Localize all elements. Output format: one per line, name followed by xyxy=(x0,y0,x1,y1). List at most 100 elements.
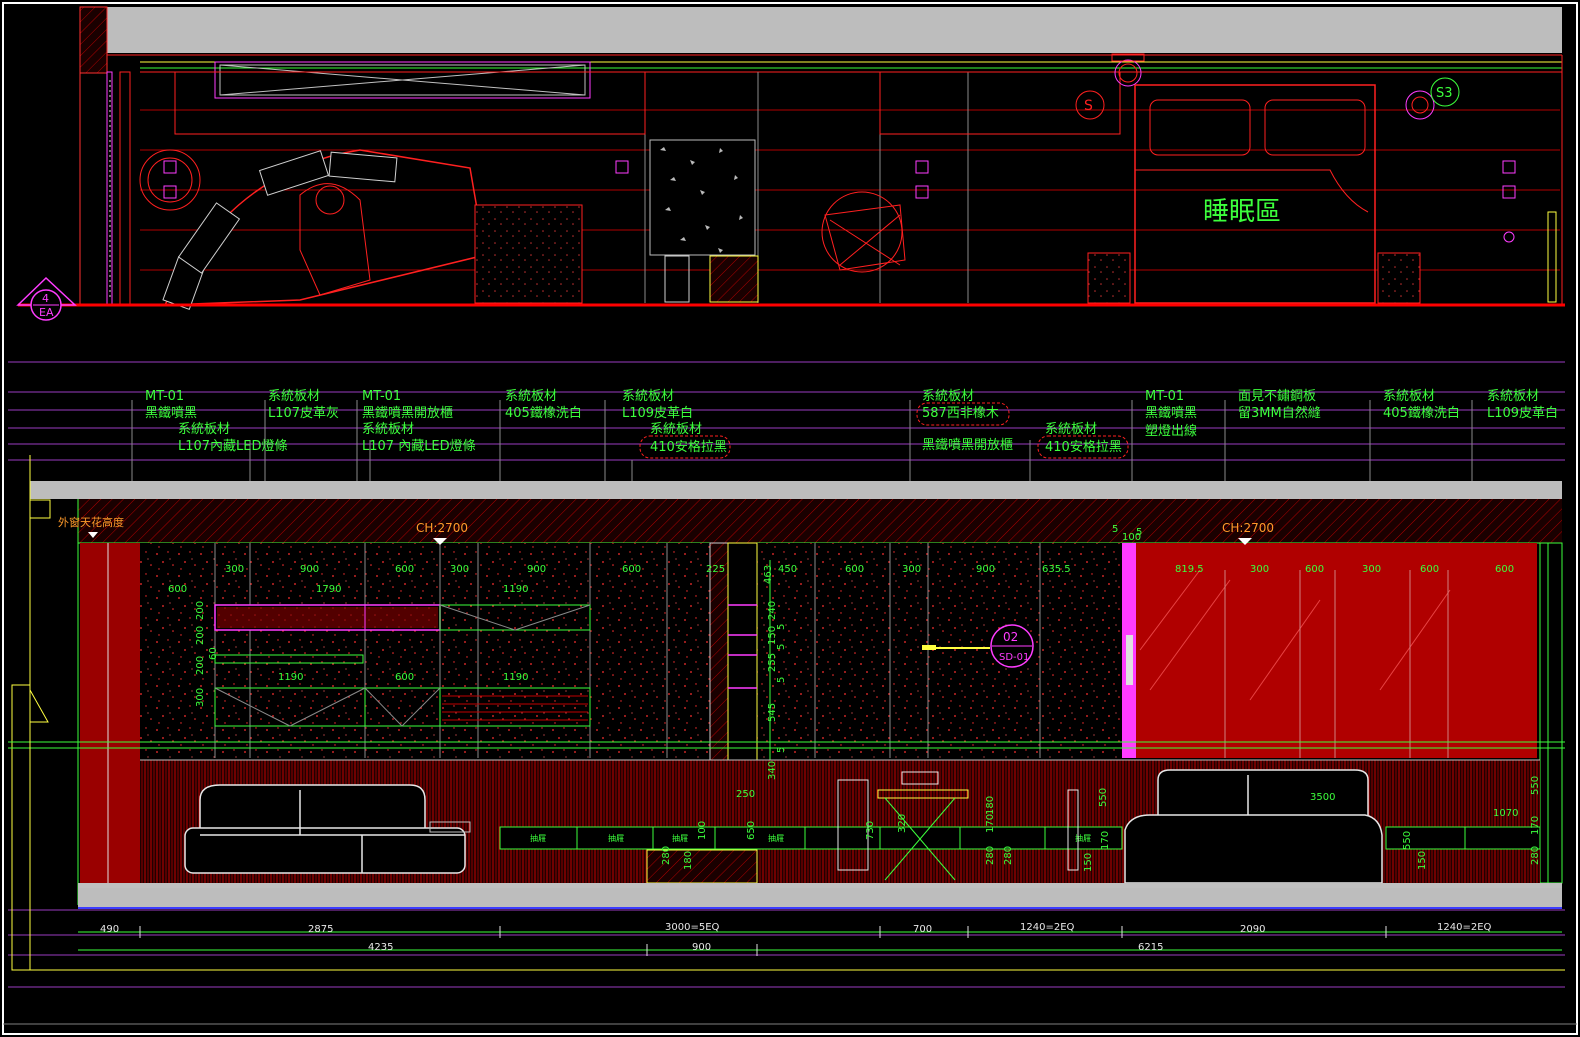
svg-text:系統板材: 系統板材 xyxy=(922,389,974,404)
svg-text:系統板材: 系統板材 xyxy=(178,422,230,437)
svg-text:1190: 1190 xyxy=(503,584,528,595)
svg-text:系統板材: 系統板材 xyxy=(622,389,674,404)
svg-text:L109皮革白: L109皮革白 xyxy=(1487,405,1558,421)
svg-text:900: 900 xyxy=(692,942,711,953)
section-tag-number: 4 xyxy=(42,292,49,305)
svg-text:1190: 1190 xyxy=(503,672,528,683)
svg-text:255: 255 xyxy=(767,653,778,672)
svg-text:1240=2EQ: 1240=2EQ xyxy=(1020,922,1075,933)
bottom-dimensions: 490 2875 3000=5EQ 700 1240=2EQ 2090 1240… xyxy=(100,922,1492,953)
svg-text:405鐵橡洗白: 405鐵橡洗白 xyxy=(505,405,582,421)
svg-text:系統板材: 系統板材 xyxy=(650,422,702,437)
svg-text:635.5: 635.5 xyxy=(1042,564,1071,575)
svg-text:600: 600 xyxy=(395,564,414,575)
svg-text:留3MM自然縫: 留3MM自然縫 xyxy=(1238,405,1321,421)
svg-text:300: 300 xyxy=(1362,564,1381,575)
svg-text:587西非橡木: 587西非橡木 xyxy=(922,406,999,421)
door-tag-number: 02 xyxy=(1003,630,1018,644)
ceiling-height-1: CH:2700 xyxy=(416,521,468,535)
svg-text:5: 5 xyxy=(776,747,787,753)
section-tag[interactable]: 4 EA xyxy=(16,276,77,321)
svg-text:490: 490 xyxy=(100,924,119,935)
svg-text:900: 900 xyxy=(300,564,319,575)
cad-viewport[interactable]: S S3 睡眠區 4 EA MT-01 黑鐵噴黑 系統板材 L107內藏LED燈… xyxy=(0,0,1580,1037)
note-9: MT-01 黑鐵噴黑 塑燈出線 xyxy=(1145,389,1197,439)
svg-text:900: 900 xyxy=(527,564,546,575)
svg-text:650: 650 xyxy=(746,821,757,840)
note-3: 系統板材 L107皮革灰 xyxy=(268,389,339,421)
svg-text:6215: 6215 xyxy=(1138,942,1163,953)
svg-text:系統板材: 系統板材 xyxy=(1487,389,1539,404)
svg-text:1070: 1070 xyxy=(1493,808,1518,819)
svg-text:550: 550 xyxy=(1530,776,1541,795)
svg-text:300: 300 xyxy=(195,688,206,707)
svg-text:MT-01: MT-01 xyxy=(1145,389,1184,404)
svg-text:150: 150 xyxy=(1417,851,1428,870)
bed xyxy=(1124,769,1383,884)
svg-text:L107內藏LED燈條: L107內藏LED燈條 xyxy=(178,439,288,454)
note-5: 系統板材 405鐵橡洗白 xyxy=(505,389,582,421)
svg-text:410安格拉黑: 410安格拉黑 xyxy=(650,439,727,455)
svg-text:550: 550 xyxy=(1098,788,1109,807)
elevation-view: 抽屜 抽屜 抽屜 抽屜 抽屜 抽屜 抽屜 外窗天花高度 CH:270 xyxy=(8,455,1565,971)
svg-text:300: 300 xyxy=(902,564,921,575)
svg-text:170: 170 xyxy=(1530,816,1541,835)
svg-text:5: 5 xyxy=(1112,524,1118,535)
ceiling-height-2: CH:2700 xyxy=(1222,521,1274,535)
svg-text:250: 250 xyxy=(736,789,755,800)
section-tag-sheet: EA xyxy=(39,306,54,319)
elevation-drawing: S S3 睡眠區 4 EA MT-01 黑鐵噴黑 系統板材 L107內藏LED燈… xyxy=(2,2,1578,1035)
svg-text:600: 600 xyxy=(622,564,641,575)
svg-text:150: 150 xyxy=(767,626,778,645)
svg-text:系統板材: 系統板材 xyxy=(1383,389,1435,404)
svg-text:900: 900 xyxy=(976,564,995,575)
room-label: 睡眠區 xyxy=(1203,197,1281,227)
svg-text:600: 600 xyxy=(168,584,187,595)
svg-text:600: 600 xyxy=(1420,564,1439,575)
svg-text:系統板材: 系統板材 xyxy=(1045,422,1097,437)
svg-text:5: 5 xyxy=(776,644,787,650)
svg-text:MT-01: MT-01 xyxy=(145,389,184,404)
svg-text:819.5: 819.5 xyxy=(1175,564,1204,575)
svg-text:280: 280 xyxy=(1530,846,1541,865)
svg-text:280: 280 xyxy=(1003,846,1014,865)
svg-text:700: 700 xyxy=(913,924,932,935)
svg-text:1190: 1190 xyxy=(278,672,303,683)
svg-text:60: 60 xyxy=(208,647,219,660)
svg-text:600: 600 xyxy=(1305,564,1324,575)
svg-text:黑鐵噴黑開放櫃: 黑鐵噴黑開放櫃 xyxy=(922,437,1013,453)
svg-text:系統板材: 系統板材 xyxy=(362,422,414,437)
svg-text:320: 320 xyxy=(897,814,908,833)
svg-text:170: 170 xyxy=(985,814,996,833)
svg-text:2090: 2090 xyxy=(1240,924,1265,935)
note-10: 面見不鏽鋼板 留3MM自然縫 xyxy=(1238,389,1321,421)
svg-text:S3: S3 xyxy=(1436,86,1453,101)
note-7: 系統板材 587西非橡木 黑鐵噴黑開放櫃 xyxy=(916,389,1013,453)
svg-text:410安格拉黑: 410安格拉黑 xyxy=(1045,439,1122,455)
svg-text:5: 5 xyxy=(1136,527,1142,538)
svg-text:225: 225 xyxy=(706,564,725,575)
drawer-label: 抽屜 xyxy=(1075,833,1091,843)
svg-text:600: 600 xyxy=(395,672,414,683)
ceiling-height-note: 外窗天花高度 xyxy=(58,515,124,529)
note-6: 系統板材 L109皮革白 系統板材 410安格拉黑 xyxy=(622,389,731,459)
svg-text:L109皮革白: L109皮革白 xyxy=(622,405,693,421)
svg-text:340: 340 xyxy=(767,761,778,780)
svg-text:4235: 4235 xyxy=(368,942,393,953)
svg-text:3000=5EQ: 3000=5EQ xyxy=(665,922,720,933)
svg-text:黑鐵噴黑: 黑鐵噴黑 xyxy=(1145,405,1197,421)
svg-text:MT-01: MT-01 xyxy=(362,389,401,404)
svg-text:600: 600 xyxy=(845,564,864,575)
svg-text:180: 180 xyxy=(683,851,694,870)
svg-text:300: 300 xyxy=(1250,564,1269,575)
svg-text:1240=2EQ: 1240=2EQ xyxy=(1437,922,1492,933)
note-11: 系統板材 405鐵橡洗白 xyxy=(1383,389,1460,421)
note-1: MT-01 黑鐵噴黑 xyxy=(145,389,197,421)
svg-text:系統板材: 系統板材 xyxy=(268,389,320,404)
svg-text:550: 550 xyxy=(1402,831,1413,850)
svg-text:280: 280 xyxy=(661,846,672,865)
svg-text:面見不鏽鋼板: 面見不鏽鋼板 xyxy=(1238,389,1316,404)
sofa xyxy=(184,784,466,874)
drawer-label: 抽屜 xyxy=(768,833,784,843)
door-tag-code: SD-01 xyxy=(999,652,1029,663)
